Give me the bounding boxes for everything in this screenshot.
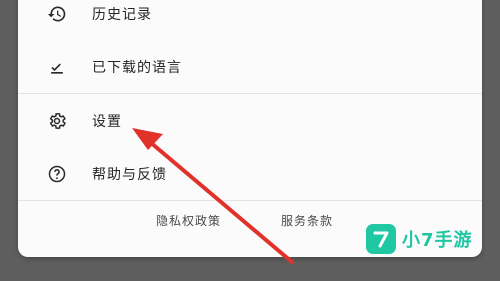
menu-item-label: 设置: [92, 114, 122, 130]
menu-divider: [18, 200, 482, 201]
menu-item-history[interactable]: 历史记录: [18, 0, 482, 38]
watermark-logo: [366, 224, 396, 254]
download-done-icon: [46, 56, 68, 78]
menu-item-help-feedback[interactable]: 帮助与反馈: [18, 150, 482, 198]
terms-of-service-link[interactable]: 服务条款: [281, 212, 333, 229]
history-icon: [46, 3, 68, 25]
watermark-text: 小7手游: [402, 230, 473, 251]
menu-item-settings[interactable]: 设置: [18, 97, 482, 145]
menu-item-label: 帮助与反馈: [92, 167, 167, 183]
overflow-menu-panel: 历史记录 已下载的语言 设置 帮助与反馈 隐私权政策 服务条款: [18, 0, 482, 257]
privacy-policy-link[interactable]: 隐私权政策: [156, 212, 221, 229]
menu-item-downloaded-languages[interactable]: 已下载的语言: [18, 43, 482, 91]
gear-icon: [46, 110, 68, 132]
menu-divider: [18, 93, 482, 94]
menu-item-label: 历史记录: [92, 7, 152, 23]
help-icon: [46, 163, 68, 185]
menu-item-label: 已下载的语言: [92, 60, 182, 76]
watermark: 小7手游: [366, 224, 473, 254]
